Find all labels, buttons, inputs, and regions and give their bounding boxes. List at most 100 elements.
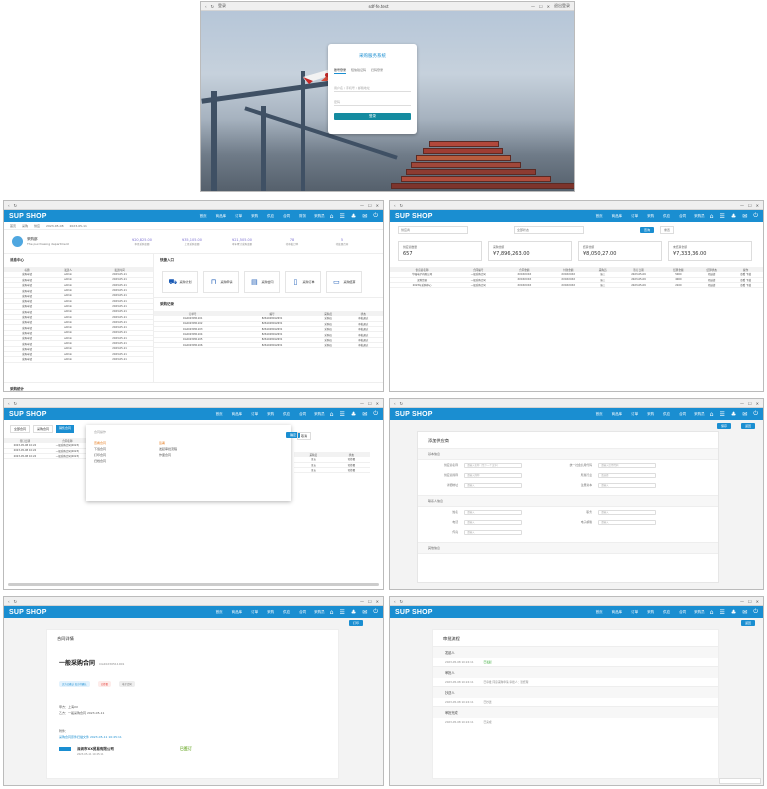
- minimize-icon[interactable]: —: [740, 599, 744, 604]
- menu-supply[interactable]: 供应: [663, 214, 670, 219]
- menu-orders[interactable]: 订单: [251, 610, 258, 615]
- quick-settle[interactable]: ▭ 采购结算: [326, 271, 362, 293]
- back-icon[interactable]: ‹: [205, 4, 207, 9]
- minimize-icon[interactable]: —: [740, 401, 744, 406]
- password-input[interactable]: 密码: [334, 98, 411, 106]
- field-input[interactable]: 请输入简称: [464, 472, 522, 478]
- menu-home[interactable]: 首页: [596, 610, 603, 615]
- back-button[interactable]: 返回: [740, 423, 755, 429]
- user-name[interactable]: 采购员: [314, 214, 325, 219]
- home-icon[interactable]: ⌂: [330, 609, 334, 616]
- crumb[interactable]: 采购: [22, 224, 28, 228]
- order-link[interactable]: CG2023051106: [154, 342, 232, 349]
- stat-card[interactable]: 5 待处理合同: [317, 238, 367, 246]
- menu-purchase[interactable]: 采购: [647, 412, 654, 417]
- maximize-icon[interactable]: ☐: [748, 401, 752, 406]
- bell-icon[interactable]: ♣: [731, 411, 736, 418]
- stat-card[interactable]: ¥20,825.00 本月采购金额: [117, 238, 167, 246]
- logout-link[interactable]: 退出登录: [554, 3, 570, 9]
- back-icon[interactable]: ‹: [8, 203, 10, 208]
- menu-orders[interactable]: 订单: [251, 412, 258, 417]
- field-input[interactable]: 请输入: [464, 509, 522, 515]
- back-icon[interactable]: ‹: [394, 401, 396, 406]
- menu-purchase[interactable]: 采购: [251, 214, 258, 219]
- menu-purchase[interactable]: 采购: [267, 412, 274, 417]
- home-icon[interactable]: ⌂: [710, 411, 714, 418]
- menu-products[interactable]: 商品库: [232, 610, 243, 615]
- minimize-icon[interactable]: —: [740, 203, 744, 208]
- power-icon[interactable]: ⏻: [753, 410, 758, 418]
- menu-home[interactable]: 首页: [216, 412, 223, 417]
- bell-icon[interactable]: ♣: [351, 411, 356, 418]
- back-icon[interactable]: ‹: [8, 599, 10, 604]
- date-start[interactable]: 2023-05-08: [46, 224, 63, 228]
- field-input[interactable]: 请输入: [598, 482, 656, 488]
- bell-icon[interactable]: ♣: [731, 213, 736, 220]
- tab-purchase[interactable]: 采购合同: [33, 425, 54, 433]
- menu-contracts[interactable]: 合同: [283, 214, 290, 219]
- menu-supply[interactable]: 供应: [283, 610, 290, 615]
- chat-icon[interactable]: ✉: [742, 609, 747, 616]
- crumb[interactable]: 首页: [10, 224, 16, 228]
- app-logo[interactable]: SUP SHOP: [395, 411, 433, 418]
- tab-account[interactable]: 账号登录: [334, 68, 347, 74]
- menu-home[interactable]: 首页: [200, 214, 207, 219]
- menu-home[interactable]: 首页: [596, 214, 603, 219]
- tab-sms[interactable]: 短信验证码: [351, 68, 366, 74]
- close-icon[interactable]: ✕: [376, 401, 379, 406]
- field-input[interactable]: 请输入信用代码: [598, 462, 656, 468]
- quick-apply[interactable]: ⊓ 采购申请: [203, 271, 239, 293]
- menu-finance[interactable]: 财务: [299, 214, 306, 219]
- power-icon[interactable]: ⏻: [753, 608, 758, 616]
- chat-icon[interactable]: ✉: [742, 411, 747, 418]
- table-row[interactable]: 2023年采购中心 一般采购合同 XXXXXXXX XXXXXXXX 张三 2023-05…: [390, 282, 763, 289]
- menu-purchase[interactable]: 采购: [267, 610, 274, 615]
- contract-link[interactable]: 一般采购合同(2023): [45, 453, 89, 460]
- back-icon[interactable]: ‹: [8, 401, 10, 406]
- refresh-icon[interactable]: ↻: [14, 203, 17, 208]
- back-icon[interactable]: ‹: [394, 599, 396, 604]
- popup-item[interactable]: 作废合同: [159, 452, 177, 458]
- table-row[interactable]: 2023-05-08 10:24 一般采购合同(2023): [4, 453, 89, 460]
- tab-qrcode[interactable]: 扫码登录: [371, 68, 383, 74]
- field-input[interactable]: 请输入: [598, 519, 656, 525]
- menu-supply[interactable]: 供应: [663, 610, 670, 615]
- menu-orders[interactable]: 订单: [631, 412, 638, 417]
- maximize-icon[interactable]: ☐: [368, 203, 372, 208]
- close-icon[interactable]: ✕: [376, 599, 379, 604]
- refresh-icon[interactable]: ↻: [400, 599, 403, 604]
- menu-contracts[interactable]: 合同: [679, 214, 686, 219]
- minimize-icon[interactable]: —: [360, 203, 364, 208]
- close-icon[interactable]: ✕: [547, 4, 550, 9]
- minimize-icon[interactable]: —: [360, 401, 364, 406]
- menu-orders[interactable]: 订单: [631, 610, 638, 615]
- app-logo[interactable]: SUP SHOP: [9, 411, 47, 418]
- menu-purchase[interactable]: 采购: [647, 214, 654, 219]
- maximize-icon[interactable]: ☐: [539, 4, 543, 9]
- crumb[interactable]: 供应: [34, 224, 40, 228]
- chat-icon[interactable]: ✉: [362, 609, 367, 616]
- maximize-icon[interactable]: ☐: [368, 599, 372, 604]
- supplier-select[interactable]: 供应商: [398, 226, 468, 234]
- status-select[interactable]: 全部状态: [514, 226, 584, 234]
- table-row[interactable]: 王五 已签署: [294, 467, 370, 474]
- stat-card[interactable]: ¥35,105.00 上月采购金额: [167, 238, 217, 246]
- refresh-icon[interactable]: ↻: [14, 599, 17, 604]
- menu-supply[interactable]: 供应: [283, 412, 290, 417]
- login-button[interactable]: 登录: [334, 113, 411, 120]
- menu-icon[interactable]: ☰: [719, 609, 724, 616]
- field-input[interactable]: 请输入: [464, 529, 522, 535]
- field-input[interactable]: 请输入名称（至少一个汉字）: [464, 462, 522, 468]
- chat-icon[interactable]: ✉: [742, 213, 747, 220]
- quick-plan[interactable]: ⛟ 采购计划: [162, 271, 198, 293]
- row-actions[interactable]: 查看 下载: [728, 282, 763, 289]
- search-button[interactable]: 查询: [640, 227, 655, 233]
- refresh-icon[interactable]: ↻: [211, 4, 214, 9]
- menu-products[interactable]: 商品库: [612, 214, 623, 219]
- user-name[interactable]: 采购员: [694, 412, 705, 417]
- stat-card[interactable]: 78 待审批订单: [267, 238, 317, 246]
- menu-contracts[interactable]: 合同: [679, 610, 686, 615]
- quick-contract[interactable]: ▤ 采购合同: [244, 271, 280, 293]
- menu-products[interactable]: 商品库: [216, 214, 227, 219]
- menu-products[interactable]: 商品库: [232, 412, 243, 417]
